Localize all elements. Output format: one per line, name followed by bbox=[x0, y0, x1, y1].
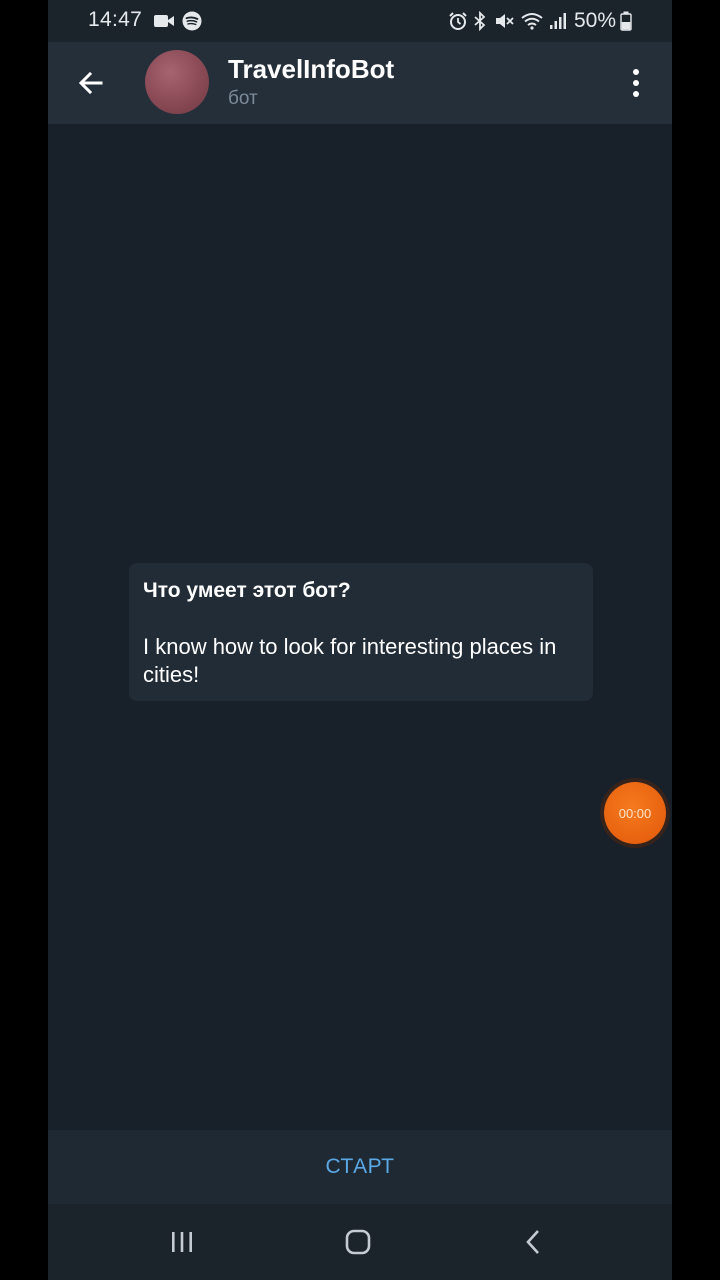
start-bar: СТАРТ bbox=[48, 1130, 672, 1204]
bot-info-description: I know how to look for interesting place… bbox=[143, 634, 557, 687]
avatar[interactable] bbox=[145, 50, 209, 114]
wifi-icon bbox=[521, 13, 543, 30]
recent-apps-icon bbox=[172, 1232, 192, 1252]
signal-icon bbox=[550, 13, 566, 29]
recent-apps-button[interactable] bbox=[152, 1218, 212, 1266]
chat-title[interactable]: TravelInfoBot bbox=[228, 54, 394, 85]
home-button[interactable] bbox=[328, 1218, 388, 1266]
chat-area[interactable]: Что умеет этот бот? I know how to look f… bbox=[48, 124, 672, 1130]
battery-percentage: 50% bbox=[574, 9, 617, 32]
nav-back-button[interactable] bbox=[503, 1218, 563, 1266]
bot-info-title: Что умеет этот бот? bbox=[143, 579, 351, 602]
mute-icon bbox=[496, 14, 514, 28]
system-nav-bar bbox=[48, 1204, 672, 1280]
back-button[interactable] bbox=[68, 60, 114, 106]
status-time: 14:47 bbox=[88, 8, 143, 31]
arrow-left-icon bbox=[78, 71, 103, 95]
phone-screen: 14:47 50% TravelInfoBot бот Что умеет эт… bbox=[48, 0, 672, 1280]
bot-info-card: Что умеет этот бот? I know how to look f… bbox=[129, 563, 593, 701]
voice-recording-time: 00:00 bbox=[618, 805, 652, 821]
more-vertical-icon bbox=[633, 69, 639, 75]
bluetooth-icon bbox=[474, 11, 486, 31]
battery-icon bbox=[620, 11, 632, 31]
status-bar: 14:47 50% bbox=[48, 0, 672, 42]
voice-recording-badge[interactable]: 00:00 bbox=[604, 782, 666, 844]
alarm-icon bbox=[449, 12, 467, 30]
chat-header: TravelInfoBot бот bbox=[48, 42, 672, 124]
start-button[interactable]: СТАРТ bbox=[286, 1145, 435, 1189]
more-options-button[interactable] bbox=[618, 62, 654, 104]
video-camera-icon bbox=[154, 15, 174, 27]
chat-subtitle: бот bbox=[228, 88, 258, 109]
home-icon bbox=[345, 1229, 371, 1255]
back-icon bbox=[526, 1230, 539, 1254]
spotify-icon bbox=[182, 11, 202, 31]
